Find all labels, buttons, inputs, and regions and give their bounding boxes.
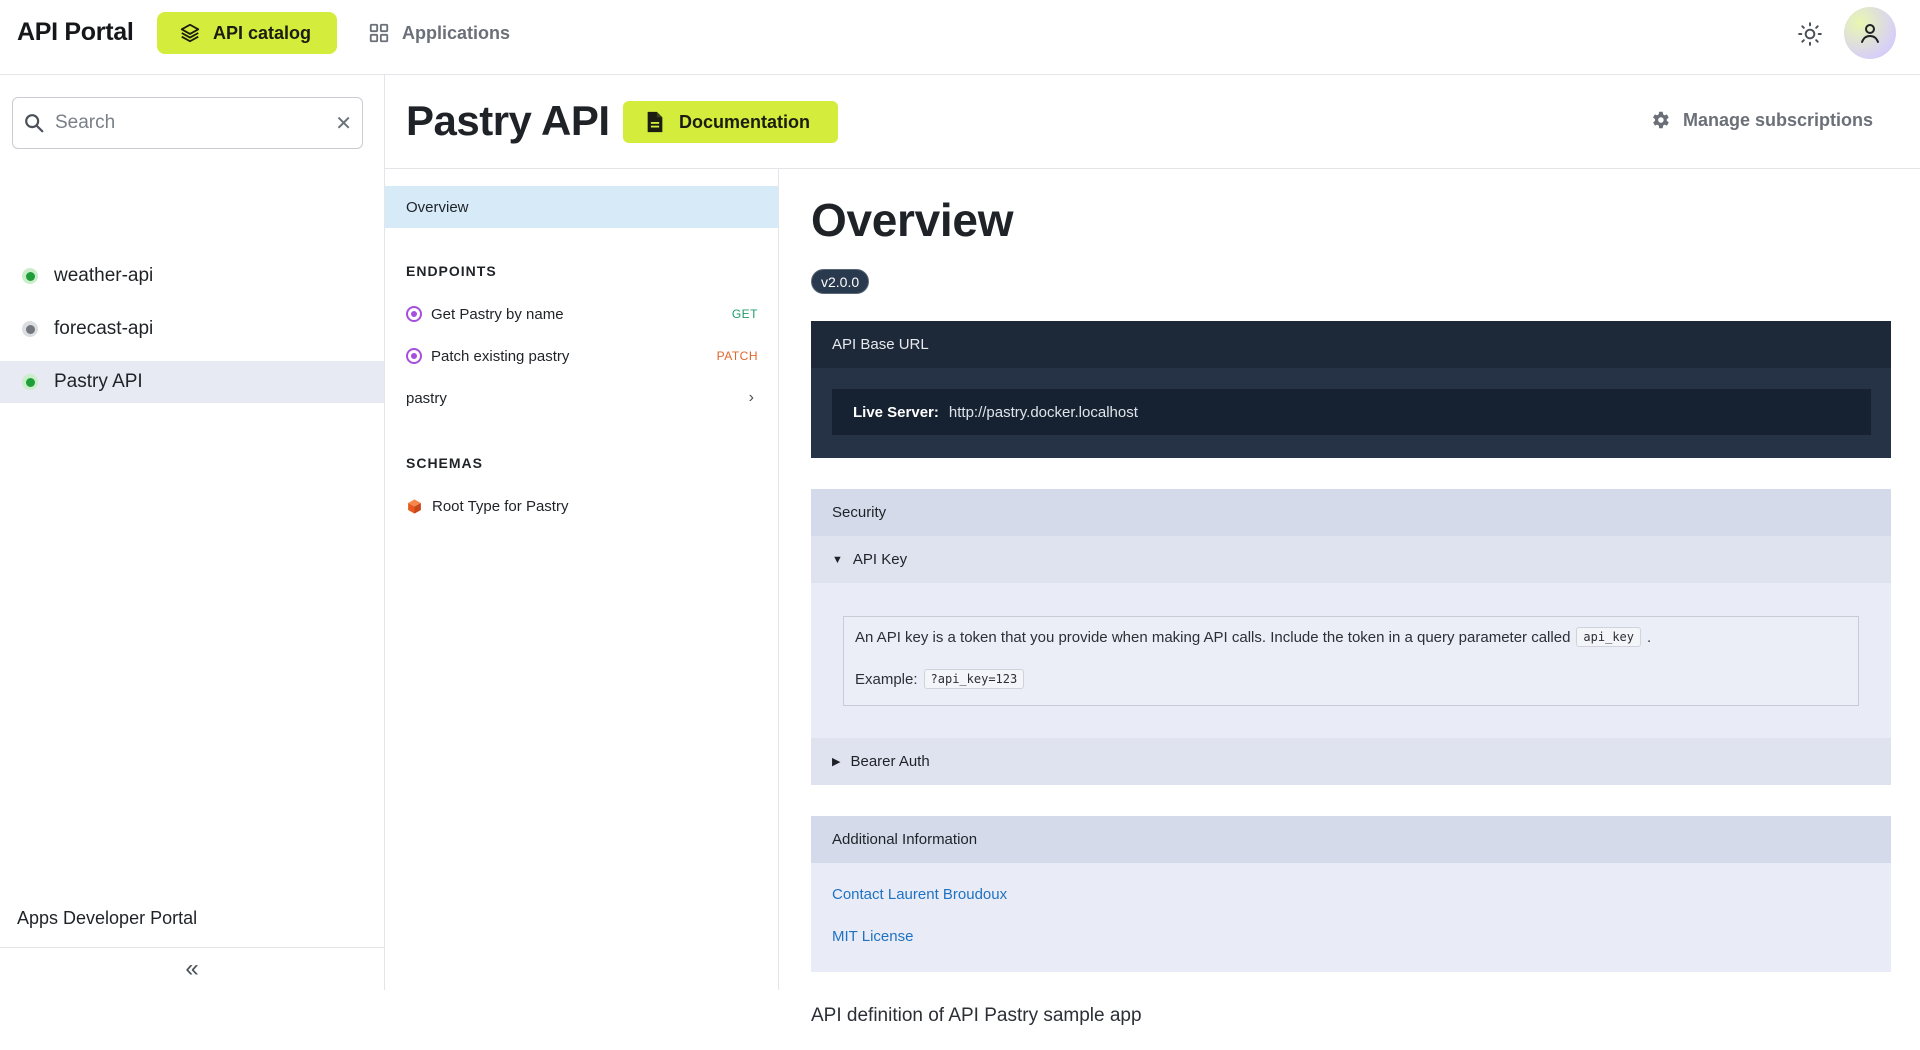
search-icon bbox=[25, 114, 44, 133]
api-key-example: Example: ?api_key=123 bbox=[855, 669, 1030, 689]
caret-right-icon: ▶ bbox=[832, 756, 841, 768]
period-text: . bbox=[1647, 628, 1652, 646]
endpoint-get-pastry-by-name[interactable]: Get Pastry by name GET bbox=[406, 299, 758, 329]
api-key-param-code: api_key bbox=[1576, 627, 1641, 647]
search-box: ✕ bbox=[12, 97, 363, 149]
base-url-heading: API Base URL bbox=[811, 321, 1891, 368]
caret-down-icon: ▼ bbox=[832, 553, 843, 566]
user-icon bbox=[1861, 24, 1879, 43]
nav-applications[interactable]: Applications bbox=[368, 12, 510, 54]
api-key-description: An API key is a token that you provide w… bbox=[855, 627, 1651, 647]
manage-subscriptions-button[interactable]: Manage subscriptions bbox=[1649, 109, 1873, 131]
brand-title[interactable]: API Portal bbox=[17, 18, 134, 47]
live-server-label: Live Server: bbox=[853, 403, 939, 421]
grid-icon bbox=[369, 23, 389, 43]
endpoint-group-pastry[interactable]: pastry › bbox=[406, 383, 758, 413]
api-key-details: An API key is a token that you provide w… bbox=[843, 616, 1859, 706]
sidebar-item-forecast-api[interactable]: forecast-api bbox=[0, 308, 384, 350]
live-server-row[interactable]: Live Server: http://pastry.docker.localh… bbox=[832, 389, 1871, 435]
api-key-desc-text: An API key is a token that you provide w… bbox=[855, 628, 1571, 646]
nav-api-catalog[interactable]: API catalog bbox=[157, 12, 337, 54]
endpoint-target-icon bbox=[406, 348, 422, 364]
schema-root-type-for-pastry[interactable]: Root Type for Pastry bbox=[406, 491, 758, 521]
additional-info-heading: Additional Information bbox=[811, 816, 1891, 863]
live-server-url: http://pastry.docker.localhost bbox=[948, 403, 1138, 421]
search-input[interactable] bbox=[55, 112, 315, 134]
nav-api-catalog-label: API catalog bbox=[213, 22, 312, 43]
schema-label: Root Type for Pastry bbox=[432, 497, 569, 515]
documentation-button[interactable]: Documentation bbox=[623, 101, 838, 143]
status-dot-icon bbox=[22, 268, 38, 284]
security-panel: Security ▼ API Key An API key is a token… bbox=[811, 489, 1891, 785]
theme-toggle-button[interactable] bbox=[1794, 18, 1826, 50]
bearer-auth-label: Bearer Auth bbox=[850, 753, 930, 770]
method-badge-get: GET bbox=[731, 307, 758, 321]
cube-icon bbox=[408, 498, 421, 514]
security-heading: Security bbox=[811, 489, 1891, 536]
api-sidebar: ✕ weather-api forecast-api Pastry API Ap… bbox=[0, 75, 385, 990]
avatar[interactable] bbox=[1844, 7, 1896, 59]
endpoint-label: pastry bbox=[406, 389, 447, 407]
chevron-right-icon: › bbox=[748, 389, 754, 406]
top-bar: API Portal API catalog Applications bbox=[0, 0, 1920, 75]
double-chevron-left-icon: « bbox=[185, 955, 199, 982]
schemas-heading: SCHEMAS bbox=[406, 455, 484, 471]
page-header: Pastry API Documentation Manage subscrip… bbox=[385, 75, 1920, 169]
status-dot-icon bbox=[22, 321, 38, 337]
status-dot-icon bbox=[22, 374, 38, 390]
layers-icon bbox=[180, 23, 200, 43]
additional-info-panel: Additional Information Contact Laurent B… bbox=[811, 816, 1891, 972]
bearer-auth-toggle[interactable]: ▶ Bearer Auth bbox=[811, 738, 1891, 785]
endpoint-label: Patch existing pastry bbox=[431, 347, 570, 365]
sidebar-item-weather-api[interactable]: weather-api bbox=[0, 255, 384, 297]
api-description: API definition of API Pastry sample app bbox=[811, 1005, 1142, 1026]
sidebar-item-label: Pastry API bbox=[54, 371, 143, 392]
nav-applications-label: Applications bbox=[402, 22, 511, 43]
clear-search-icon[interactable]: ✕ bbox=[335, 111, 352, 136]
portal-footer-label: Apps Developer Portal bbox=[17, 908, 198, 928]
example-code: ?api_key=123 bbox=[923, 669, 1025, 689]
document-icon bbox=[647, 111, 663, 133]
endpoint-target-icon bbox=[406, 306, 422, 322]
license-link[interactable]: MIT License bbox=[832, 928, 913, 945]
method-badge-patch: PATCH bbox=[716, 349, 758, 363]
base-url-panel: API Base URL Live Server: http://pastry.… bbox=[811, 321, 1891, 458]
sidebar-item-label: weather-api bbox=[54, 265, 154, 286]
collapse-sidebar-button[interactable]: « bbox=[0, 947, 384, 990]
contact-link[interactable]: Contact Laurent Broudoux bbox=[832, 886, 1007, 903]
nav-overview[interactable]: Overview bbox=[385, 186, 778, 228]
api-key-toggle[interactable]: ▼ API Key bbox=[811, 536, 1891, 583]
documentation-label: Documentation bbox=[679, 111, 811, 132]
endpoints-heading: ENDPOINTS bbox=[406, 263, 497, 279]
doc-navigation: Overview ENDPOINTS Get Pastry by name GE… bbox=[385, 169, 779, 990]
sidebar-item-label: forecast-api bbox=[54, 318, 154, 339]
endpoint-patch-existing-pastry[interactable]: Patch existing pastry PATCH bbox=[406, 341, 758, 371]
overview-title: Overview bbox=[811, 194, 1014, 246]
version-badge: v2.0.0 bbox=[811, 269, 870, 294]
page-title: Pastry API bbox=[406, 97, 610, 144]
sidebar-item-pastry-api[interactable]: Pastry API bbox=[0, 361, 384, 403]
manage-subscriptions-label: Manage subscriptions bbox=[1683, 109, 1874, 130]
endpoint-label: Get Pastry by name bbox=[431, 305, 564, 323]
gear-icon bbox=[1653, 111, 1669, 129]
example-label: Example: bbox=[855, 670, 918, 688]
api-key-label: API Key bbox=[852, 551, 908, 568]
sun-icon bbox=[1798, 22, 1822, 46]
